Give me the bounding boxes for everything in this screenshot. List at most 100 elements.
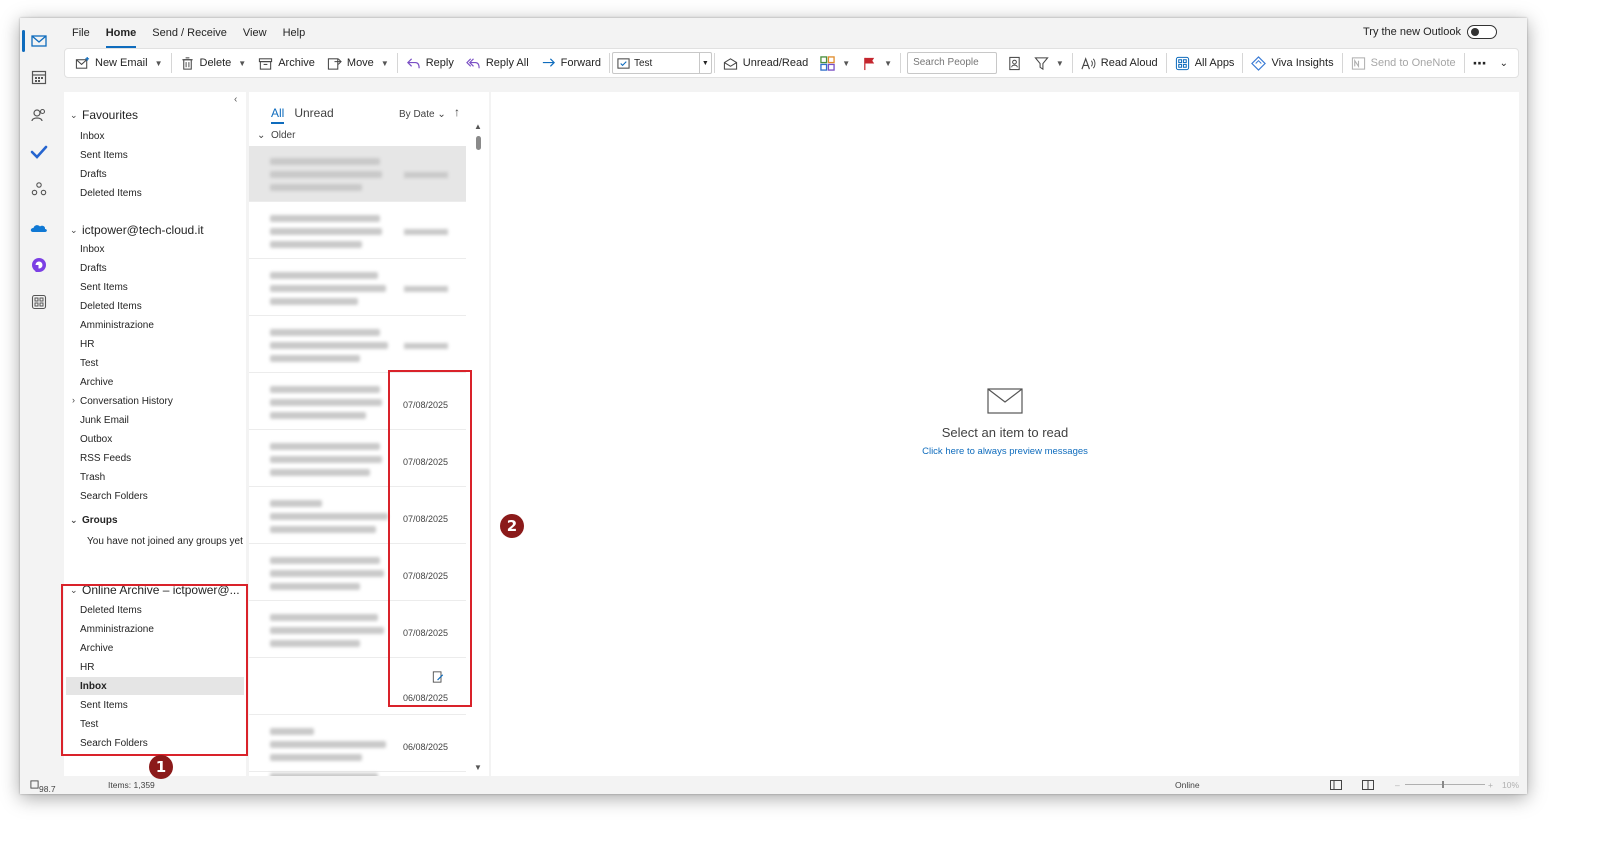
message-list-scrollbar[interactable]: ▲ ▼ bbox=[473, 122, 483, 772]
folder-junk-email[interactable]: Junk Email bbox=[80, 415, 129, 426]
folder-outbox[interactable]: Outbox bbox=[80, 434, 112, 445]
reply-button[interactable]: Reply bbox=[400, 51, 460, 75]
sort-by-dropdown[interactable]: By Date ⌄ bbox=[399, 109, 446, 120]
chevron-down-icon[interactable]: ▼ bbox=[155, 59, 163, 68]
always-preview-link[interactable]: Click here to always preview messages bbox=[491, 446, 1519, 457]
flag-button[interactable]: ▼ bbox=[856, 51, 898, 75]
sort-direction-icon[interactable]: ↑ bbox=[454, 105, 460, 119]
new-email-button[interactable]: New Email ▼ bbox=[69, 51, 169, 75]
tab-unread[interactable]: Unread bbox=[294, 106, 333, 120]
favourite-drafts[interactable]: Drafts bbox=[80, 169, 107, 180]
all-apps-label: All Apps bbox=[1194, 57, 1235, 69]
read-aloud-button[interactable]: Read Aloud bbox=[1075, 51, 1164, 75]
favourite-deleted-items[interactable]: Deleted Items bbox=[80, 188, 142, 199]
more-options-icon: ⋯ bbox=[1472, 54, 1488, 71]
move-button[interactable]: Move ▼ bbox=[321, 51, 395, 75]
people-icon[interactable] bbox=[28, 104, 50, 126]
status-bar: 98.7 GB Free Items: 1,359 Online – + 10% bbox=[20, 776, 1527, 794]
delete-button[interactable]: Delete ▼ bbox=[174, 51, 253, 75]
copilot-icon[interactable] bbox=[28, 254, 50, 276]
redacted-sender bbox=[270, 386, 380, 393]
message-item[interactable] bbox=[249, 146, 466, 202]
folder-drafts[interactable]: Drafts bbox=[80, 263, 107, 274]
filter-tabs: All Unread bbox=[271, 106, 334, 124]
quick-steps-dropdown[interactable]: ▼ bbox=[698, 53, 711, 73]
message-item[interactable] bbox=[249, 260, 466, 316]
folder-search-folders[interactable]: Search Folders bbox=[80, 491, 148, 502]
collapse-pane-icon[interactable]: ‹ bbox=[234, 94, 237, 105]
scrollbar-thumb[interactable] bbox=[476, 136, 481, 150]
favourite-inbox[interactable]: Inbox bbox=[80, 131, 104, 142]
zoom-in-icon[interactable]: + bbox=[1488, 780, 1493, 790]
categorize-button[interactable]: ▼ bbox=[814, 51, 856, 75]
zoom-slider[interactable] bbox=[1405, 784, 1485, 785]
all-apps-button[interactable]: All Apps bbox=[1169, 51, 1241, 75]
chevron-down-icon[interactable]: ▼ bbox=[1056, 59, 1064, 68]
folder-inbox[interactable]: Inbox bbox=[80, 244, 104, 255]
account-header[interactable]: ⌄ ictpower@tech-cloud.it bbox=[70, 223, 204, 237]
menu-home[interactable]: Home bbox=[98, 24, 145, 48]
chevron-down-icon[interactable]: ▼ bbox=[381, 59, 389, 68]
address-book-button[interactable] bbox=[1001, 51, 1028, 75]
chevron-down-icon[interactable]: ▼ bbox=[884, 59, 892, 68]
reply-all-button[interactable]: Reply All bbox=[460, 51, 535, 75]
scroll-up-icon[interactable]: ▲ bbox=[474, 122, 482, 131]
message-item[interactable]: 06/08/2025 bbox=[249, 716, 466, 772]
onedrive-icon[interactable] bbox=[28, 217, 50, 239]
message-item[interactable] bbox=[249, 203, 466, 259]
read-aloud-label: Read Aloud bbox=[1100, 57, 1158, 69]
unread-read-button[interactable]: Unread/Read bbox=[717, 51, 814, 75]
ribbon-expand-button[interactable]: ⌄ bbox=[1494, 51, 1514, 75]
normal-view-icon[interactable] bbox=[1330, 780, 1342, 792]
folder-hr[interactable]: HR bbox=[80, 339, 94, 350]
folder-amministrazione[interactable]: Amministrazione bbox=[80, 320, 154, 331]
more-apps-icon[interactable] bbox=[28, 291, 50, 313]
chevron-down-icon[interactable]: ▼ bbox=[238, 59, 246, 68]
redacted-preview bbox=[270, 526, 376, 533]
redacted-sender bbox=[270, 728, 314, 735]
folder-archive[interactable]: Archive bbox=[80, 377, 113, 388]
zoom-slider-thumb[interactable] bbox=[1442, 781, 1444, 788]
folder-conversation-history[interactable]: Conversation History bbox=[80, 396, 173, 407]
menu-help[interactable]: Help bbox=[275, 24, 314, 46]
redacted-subject bbox=[270, 570, 384, 577]
reading-view-icon[interactable] bbox=[1362, 780, 1374, 792]
viva-insights-button[interactable]: Viva Insights bbox=[1245, 51, 1339, 75]
tab-all[interactable]: All bbox=[271, 106, 285, 124]
normal-view-glyph bbox=[1330, 780, 1342, 790]
mail-icon[interactable] bbox=[28, 30, 50, 52]
group-header-older[interactable]: ⌄ Older bbox=[257, 130, 295, 141]
zoom-out-icon[interactable]: – bbox=[1395, 780, 1400, 790]
forward-button[interactable]: Forward bbox=[535, 51, 607, 75]
filter-email-button[interactable]: ▼ bbox=[1028, 51, 1070, 75]
quick-steps-box[interactable]: Test ▼ bbox=[612, 52, 712, 74]
message-item[interactable] bbox=[249, 317, 466, 373]
todo-icon[interactable] bbox=[28, 141, 50, 163]
chevron-right-icon[interactable]: › bbox=[72, 395, 75, 405]
folder-rss-feeds[interactable]: RSS Feeds bbox=[80, 453, 131, 464]
more-options-button[interactable]: ⋯ bbox=[1467, 51, 1494, 75]
groups-header[interactable]: ⌄ Groups bbox=[70, 515, 118, 526]
menu-send-receive[interactable]: Send / Receive bbox=[144, 24, 235, 46]
ribbon-divider bbox=[1071, 53, 1073, 73]
favourite-sent-items[interactable]: Sent Items bbox=[80, 150, 128, 161]
search-people-input[interactable]: Search People bbox=[907, 52, 997, 74]
reply-icon bbox=[406, 57, 420, 68]
chevron-down-icon[interactable]: ▼ bbox=[842, 59, 850, 68]
send-to-onenote-button[interactable]: Send to OneNote bbox=[1345, 51, 1462, 75]
try-new-outlook: Try the new Outlook bbox=[1363, 25, 1497, 39]
archive-button[interactable]: Archive bbox=[252, 51, 321, 75]
quick-step-test[interactable]: Test bbox=[634, 58, 652, 69]
scroll-down-icon[interactable]: ▼ bbox=[474, 763, 482, 772]
calendar-icon[interactable] bbox=[28, 66, 50, 88]
menu-view[interactable]: View bbox=[235, 24, 275, 46]
folder-sent-items[interactable]: Sent Items bbox=[80, 282, 128, 293]
try-new-outlook-toggle[interactable] bbox=[1467, 25, 1497, 39]
folder-test[interactable]: Test bbox=[80, 358, 98, 369]
folder-deleted-items[interactable]: Deleted Items bbox=[80, 301, 142, 312]
groups-icon[interactable] bbox=[28, 178, 50, 200]
favourites-header[interactable]: ⌄ Favourites bbox=[70, 108, 138, 122]
folder-trash[interactable]: Trash bbox=[80, 472, 105, 483]
menu-file[interactable]: File bbox=[64, 24, 98, 46]
annotation-badge-2: 2 bbox=[500, 514, 524, 538]
